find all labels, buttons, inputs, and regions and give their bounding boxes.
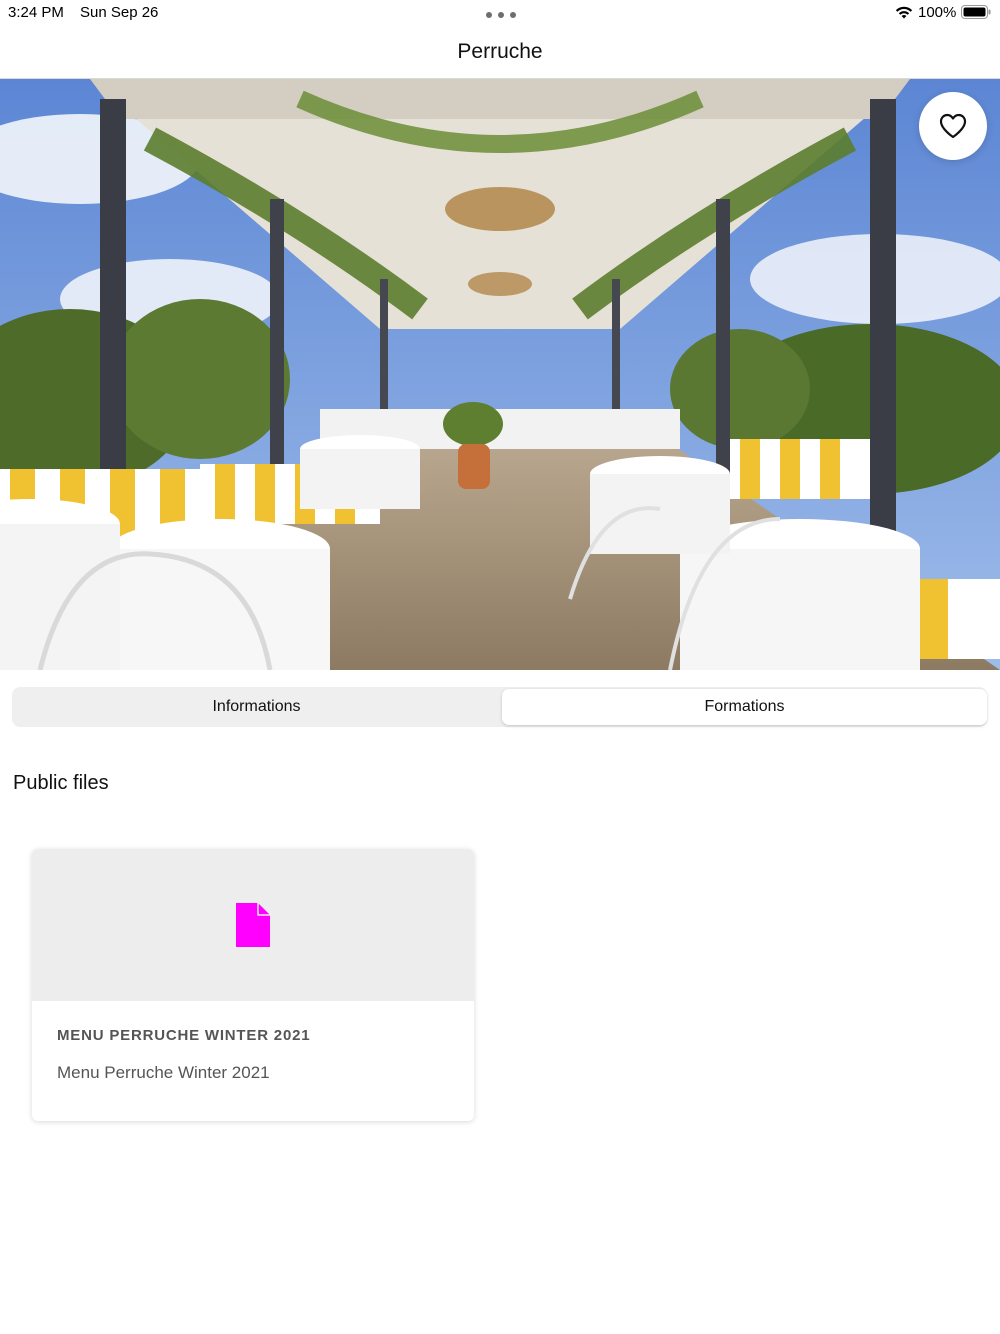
more-dots-icon[interactable] <box>486 8 516 22</box>
navigation-bar: Perruche <box>0 26 1000 79</box>
page-title: Perruche <box>457 40 543 63</box>
file-description: Menu Perruche Winter 2021 <box>57 1063 270 1082</box>
tab-informations[interactable]: Informations <box>14 689 499 725</box>
section-title: Public files <box>13 772 109 794</box>
file-title: MENU PERRUCHE WINTER 2021 <box>57 1027 311 1044</box>
restaurant-hero-image <box>0 79 1000 670</box>
favorite-button[interactable] <box>919 92 987 160</box>
file-thumbnail <box>32 849 474 1001</box>
terrace-illustration <box>0 79 1000 670</box>
heart-outline-icon <box>939 113 967 139</box>
status-bar: 3:24 PM Sun Sep 26 100% <box>0 0 1000 26</box>
document-icon <box>236 903 270 947</box>
status-time: 3:24 PM <box>8 4 64 21</box>
tab-formations[interactable]: Formations <box>502 689 987 725</box>
file-card[interactable]: MENU PERRUCHE WINTER 2021 Menu Perruche … <box>32 849 474 1121</box>
status-date: Sun Sep 26 <box>80 4 159 21</box>
battery-percent: 100% <box>918 4 957 21</box>
tab-segmented-control: Informations Formations <box>12 687 987 727</box>
battery-icon <box>961 5 991 19</box>
wifi-icon <box>895 6 913 19</box>
